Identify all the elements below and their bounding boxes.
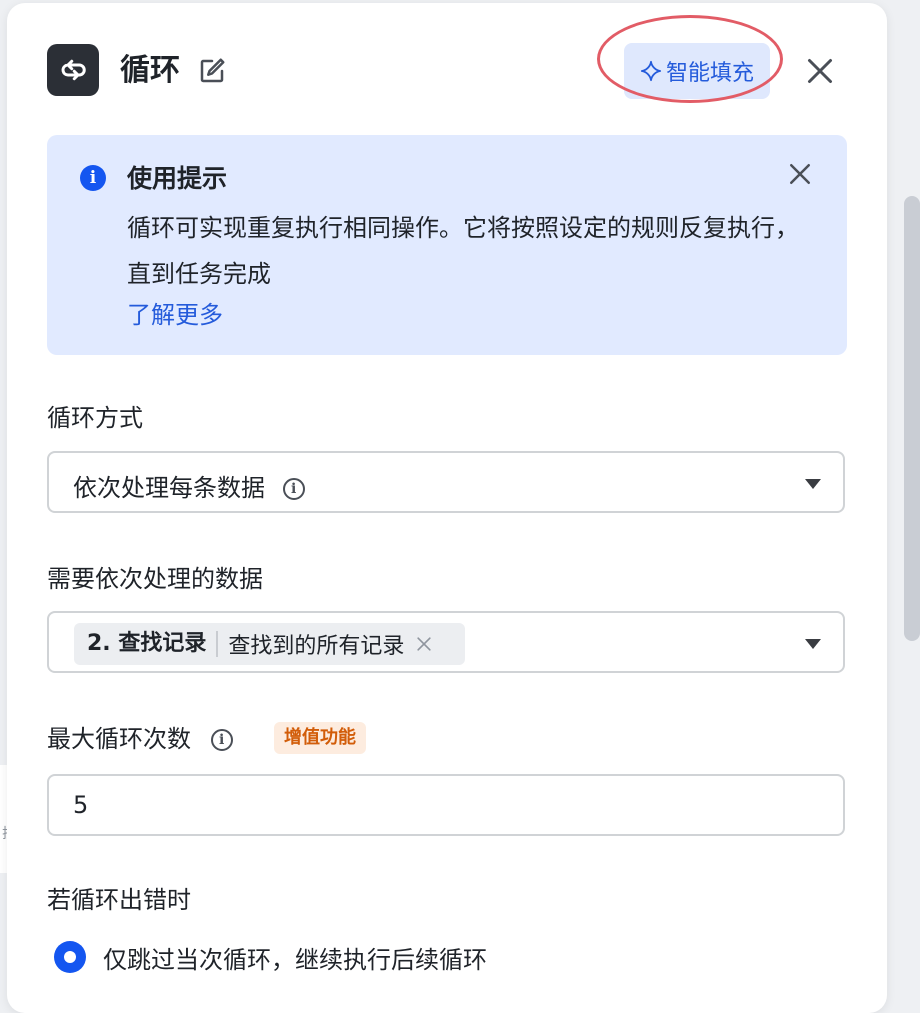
edit-icon[interactable]: [197, 56, 227, 86]
on-error-label: 若循环出错时: [47, 886, 191, 914]
caret-down-icon: [805, 639, 821, 649]
caret-down-icon: [805, 479, 821, 489]
loop-mode-info-icon[interactable]: i: [282, 478, 305, 500]
tip-body: 循环可实现重复执行相同操作。它将按照设定的规则反复执行，直到任务完成: [127, 214, 799, 288]
learn-more-link[interactable]: 了解更多: [127, 295, 223, 330]
loop-mode-select[interactable]: 依次处理每条数据 i: [47, 451, 845, 513]
data-source-select[interactable]: 2. 查找记录 查找到的所有记录: [47, 611, 845, 673]
info-icon: i: [80, 165, 106, 191]
close-icon[interactable]: [802, 53, 838, 89]
smart-fill-button[interactable]: 智能填充: [624, 43, 770, 99]
premium-badge: 增值功能: [274, 722, 366, 754]
panel-title: 循环: [120, 53, 180, 88]
smart-fill-label: 智能填充: [665, 61, 754, 86]
skip-current-radio[interactable]: [54, 941, 86, 973]
skip-current-label: 仅跳过当次循环，继续执行后续循环: [103, 946, 487, 974]
loop-mode-value: 依次处理每条数据: [73, 474, 265, 502]
data-source-label: 需要依次处理的数据: [47, 565, 263, 593]
tip-title: 使用提示: [127, 164, 228, 193]
max-loops-label: 最大循环次数 i: [47, 719, 233, 754]
tag-step: 2. 查找记录: [74, 631, 219, 657]
max-loops-input[interactable]: 5: [47, 774, 845, 836]
loop-config-panel: 循环 智能填充 i 使用提示 循环可实现重复执行相同操作。它将按照设定的规则反复…: [7, 3, 887, 1013]
tag-value: 查找到的所有记录: [228, 634, 405, 659]
scrollbar[interactable]: [904, 196, 920, 641]
tip-close-icon[interactable]: [785, 159, 815, 189]
tag-remove-icon[interactable]: [414, 634, 434, 654]
loop-mode-label: 循环方式: [47, 404, 143, 432]
max-loops-label-text: 最大循环次数: [47, 725, 191, 753]
data-source-tag: 2. 查找记录 查找到的所有记录: [74, 623, 465, 665]
sparkle-icon: [640, 60, 662, 82]
max-loops-info-icon[interactable]: i: [210, 729, 233, 751]
usage-tip-banner: i 使用提示 循环可实现重复执行相同操作。它将按照设定的规则反复执行，直到任务完…: [47, 135, 847, 355]
loop-icon: [47, 44, 99, 96]
